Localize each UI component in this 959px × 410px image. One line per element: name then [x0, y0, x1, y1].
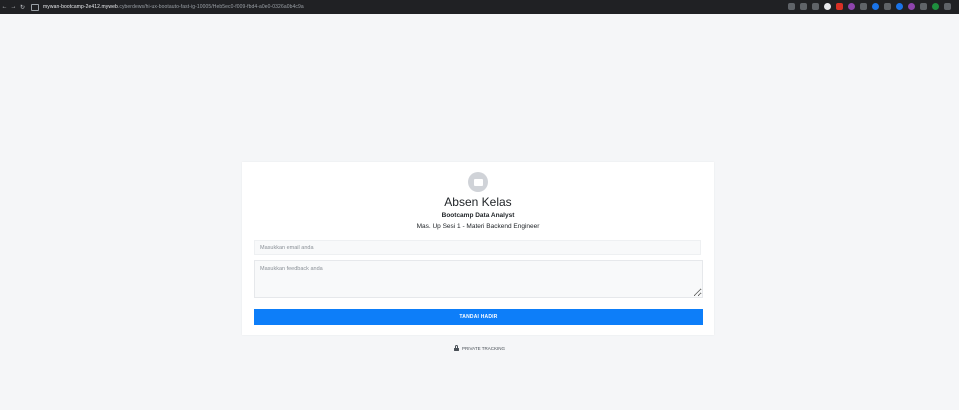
translate-icon[interactable] [788, 3, 795, 10]
mark-present-button[interactable]: TANDAI HADIR [254, 309, 703, 325]
url-host: mywan-bootcamp-2e412.myweb [43, 4, 118, 10]
extension-icon[interactable] [860, 3, 867, 10]
extension-icons [788, 3, 951, 10]
extension-icon[interactable] [872, 3, 879, 10]
session-label: Mas. Up Sesi 1 - Materi Backend Engineer [416, 223, 540, 230]
extension-icon[interactable] [848, 3, 855, 10]
logo-icon [468, 172, 488, 192]
extension-icon[interactable] [908, 3, 915, 10]
footer: PRIVATE TRACKING [0, 345, 959, 351]
feedback-field[interactable] [254, 260, 703, 298]
menu-dots-icon[interactable] [944, 3, 951, 10]
attendance-card: Absen Kelas Bootcamp Data Analyst Mas. U… [242, 162, 714, 335]
reload-icon[interactable]: ↻ [18, 4, 27, 11]
site-info-icon[interactable] [31, 3, 39, 11]
url-path: .cyberdews/hi-ux-bootauto-fast-ig-10005/… [117, 4, 304, 10]
back-icon[interactable]: ← [0, 4, 9, 10]
address-bar[interactable]: mywan-bootcamp-2e412.myweb.cyberdews/hi-… [31, 3, 304, 11]
page-title: Absen Kelas [444, 195, 512, 209]
extension-icon[interactable] [896, 3, 903, 10]
email-field[interactable] [254, 240, 701, 255]
extension-icon[interactable] [836, 3, 843, 10]
footer-text: PRIVATE TRACKING [461, 345, 505, 351]
extension-icon[interactable] [884, 3, 891, 10]
bootcamp-subtitle: Bootcamp Data Analyst [441, 212, 515, 219]
browser-toolbar: ← → ↻ mywan-bootcamp-2e412.myweb.cyberde… [0, 0, 959, 14]
bookmark-star-icon[interactable] [800, 3, 807, 10]
profile-avatar-icon[interactable] [932, 3, 939, 10]
forward-icon[interactable]: → [9, 4, 18, 10]
extension-icon[interactable] [824, 3, 831, 10]
extensions-puzzle-icon[interactable] [920, 3, 927, 10]
lock-icon [453, 345, 459, 351]
extension-icon[interactable] [812, 3, 819, 10]
